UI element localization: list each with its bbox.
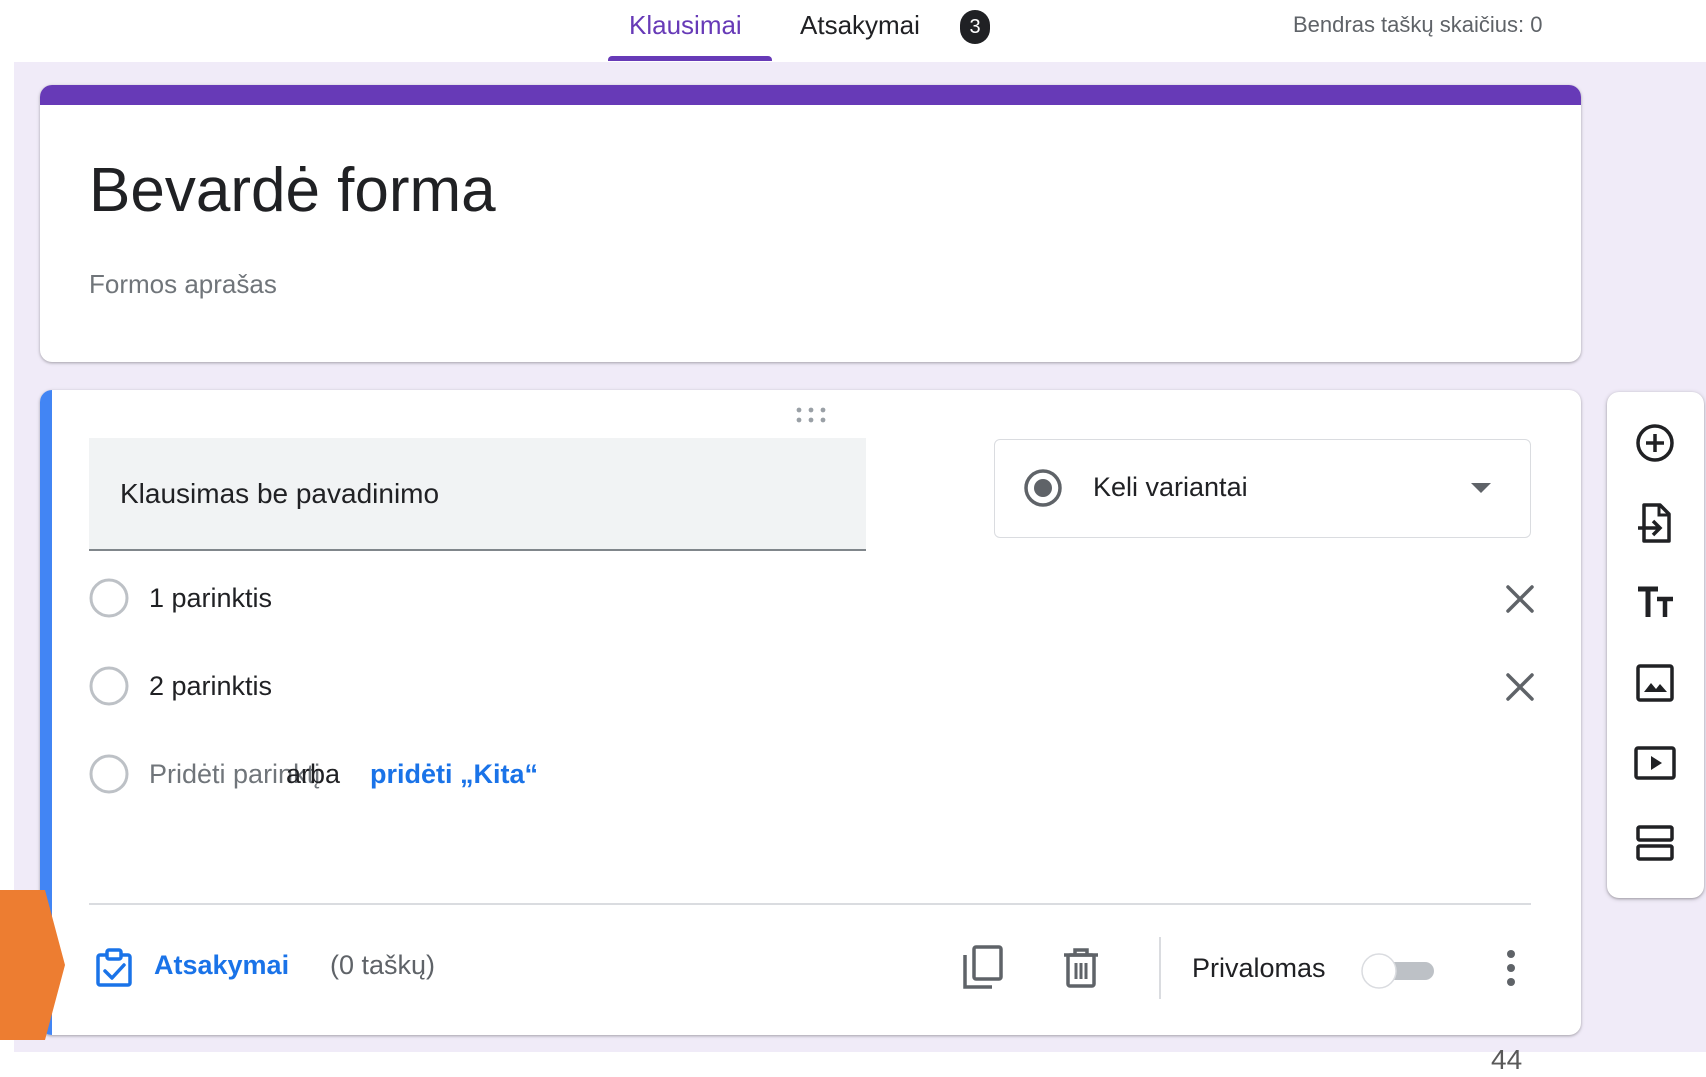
drag-handle-icon[interactable] <box>794 404 828 426</box>
tab-questions[interactable]: Klausimai <box>629 10 742 41</box>
more-vert-icon[interactable] <box>1504 948 1518 988</box>
slide-page-number: 44 <box>1491 1044 1523 1075</box>
radio-button-checked-icon <box>1024 469 1062 507</box>
close-icon[interactable] <box>1505 584 1535 614</box>
add-other-link[interactable]: pridėti „Kita“ <box>370 759 538 790</box>
option-label[interactable]: 1 parinktis <box>149 583 272 614</box>
tab-responses[interactable]: Atsakymai <box>800 10 920 41</box>
option-row[interactable]: 1 parinktis <box>89 568 1539 628</box>
form-description-field[interactable]: Formos aprašas <box>89 269 277 300</box>
import-questions-icon[interactable] <box>1633 501 1677 545</box>
dropdown-arrow-icon <box>1471 483 1491 493</box>
question-type-label: Keli variantai <box>1093 472 1248 502</box>
form-title[interactable]: Bevardė forma <box>89 155 496 226</box>
add-image-icon[interactable] <box>1633 661 1677 705</box>
header-accent-bar <box>40 85 1581 105</box>
footer-divider <box>1159 937 1161 999</box>
points-label: (0 taškų) <box>330 950 436 980</box>
required-label: Privalomas <box>1192 953 1326 983</box>
answer-key-button[interactable]: Atsakymai <box>154 950 289 981</box>
card-divider <box>89 903 1531 905</box>
add-question-icon[interactable] <box>1633 421 1677 465</box>
copy-icon[interactable] <box>960 943 1004 991</box>
question-title-text: Klausimas be pavadinimo <box>120 478 440 509</box>
option-row[interactable]: 2 parinktis <box>89 656 1539 716</box>
or-text: arba <box>286 759 341 789</box>
radio-button-icon <box>89 666 129 706</box>
answer-key-icon[interactable] <box>94 948 134 988</box>
add-option-row: Pridėti parinktį arba pridėti „Kita“ <box>89 744 1539 804</box>
callout-arrow-shape <box>0 890 65 1040</box>
active-tab-indicator <box>608 56 772 61</box>
required-toggle[interactable] <box>1358 950 1438 990</box>
total-points-label: Bendras taškų skaičius: 0 <box>1293 12 1543 37</box>
question-type-select[interactable]: Keli variantai <box>994 439 1531 538</box>
form-header-card[interactable]: Bevardė forma Formos aprašas <box>40 85 1581 362</box>
add-section-icon[interactable] <box>1633 821 1677 865</box>
radio-button-icon <box>89 754 129 794</box>
option-label[interactable]: 2 parinktis <box>149 671 272 702</box>
question-title-input[interactable]: Klausimas be pavadinimo <box>89 438 866 551</box>
top-tab-bar: Klausimai Atsakymai 3 Bendras taškų skai… <box>0 0 1706 62</box>
add-video-icon[interactable] <box>1633 741 1677 785</box>
radio-button-icon <box>89 578 129 618</box>
trash-icon[interactable] <box>1062 947 1100 989</box>
responses-count-badge: 3 <box>960 10 990 44</box>
question-card[interactable]: Klausimas be pavadinimo Keli variantai 1… <box>40 390 1581 1035</box>
floating-toolbar <box>1607 392 1704 898</box>
add-title-icon[interactable] <box>1633 581 1677 625</box>
close-icon[interactable] <box>1505 672 1535 702</box>
